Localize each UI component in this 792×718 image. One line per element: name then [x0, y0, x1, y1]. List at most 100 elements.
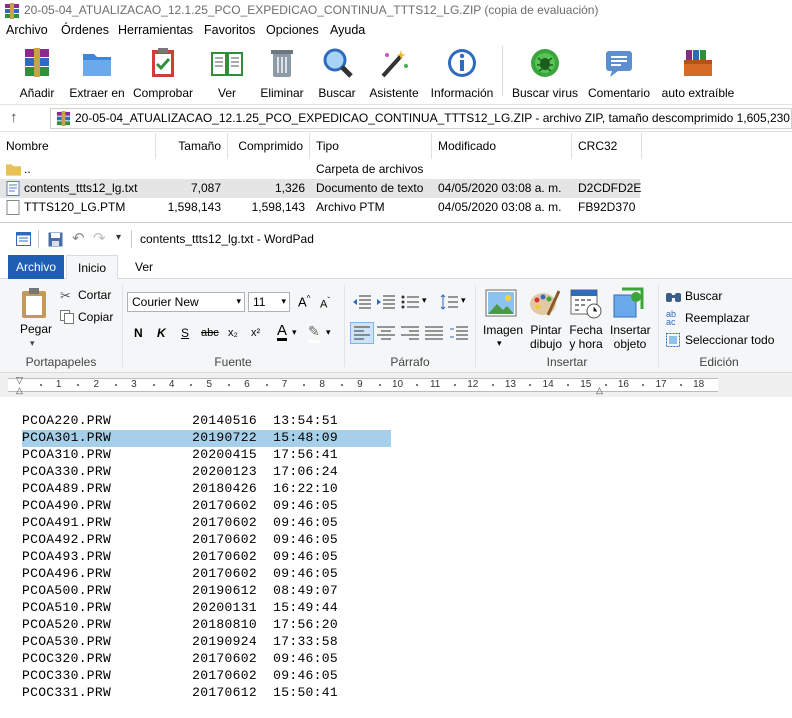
virus-scan-button[interactable]: Buscar virus: [508, 42, 582, 102]
align-right-icon[interactable]: [401, 325, 419, 341]
wizard-button[interactable]: Asistente: [366, 42, 422, 102]
find-button[interactable]: Buscar: [312, 42, 362, 102]
subscript-button[interactable]: x₂: [228, 327, 238, 339]
underline-button[interactable]: S: [181, 326, 189, 340]
paragraph-settings-icon[interactable]: [450, 325, 468, 341]
comment-button[interactable]: Comentario: [584, 42, 654, 102]
ruler-number: 9: [357, 379, 363, 390]
text-line[interactable]: PCOA491.PRW 20170602 09:46:05: [22, 515, 338, 532]
tab-ver[interactable]: Ver: [124, 255, 164, 279]
align-left-icon[interactable]: [350, 322, 374, 344]
ruler-number: 17: [655, 379, 667, 390]
add-button[interactable]: Añadir: [10, 42, 64, 102]
italic-button[interactable]: K: [157, 326, 166, 340]
tab-archivo[interactable]: Archivo: [8, 255, 64, 279]
text-line[interactable]: PCOA330.PRW 20200123 17:06:24: [22, 464, 338, 481]
menu-archivo[interactable]: Archivo: [6, 23, 48, 37]
right-indent-marker-icon[interactable]: △: [596, 385, 603, 396]
font-color-icon[interactable]: A: [277, 323, 288, 341]
column-header-crc[interactable]: CRC32: [572, 133, 642, 159]
decrease-indent-icon[interactable]: [353, 294, 371, 310]
chevron-down-icon[interactable]: ▾: [326, 327, 331, 338]
delete-button[interactable]: Eliminar: [256, 42, 308, 102]
column-header-type[interactable]: Tipo: [310, 133, 432, 159]
menu-herramientas[interactable]: Herramientas: [118, 23, 193, 37]
shrink-font-button[interactable]: Aˇ: [320, 296, 330, 311]
text-line[interactable]: PCOC330.PRW 20170602 09:46:05: [22, 668, 338, 685]
text-line[interactable]: PCOC320.PRW 20170602 09:46:05: [22, 651, 338, 668]
find-button[interactable]: Buscar: [685, 289, 722, 303]
up-arrow-icon[interactable]: ↑: [10, 109, 18, 126]
superscript-button[interactable]: x²: [251, 327, 260, 339]
info-button[interactable]: Información: [426, 42, 498, 102]
column-header-name[interactable]: Nombre: [0, 133, 156, 159]
chevron-down-icon[interactable]: ▾: [497, 338, 502, 349]
address-field[interactable]: 20-05-04_ATUALIZACAO_12.1.25_PCO_EXPEDIC…: [50, 108, 792, 129]
font-size-select[interactable]: 11 ▾: [248, 292, 290, 312]
text-line[interactable]: PCOC331.PRW 20170612 15:50:41: [22, 685, 338, 702]
quick-access-chevron-icon[interactable]: ▾: [116, 232, 121, 243]
file-row-selected[interactable]: contents_ttts12_lg.txt 7,087 1,326 Docum…: [0, 179, 641, 198]
bullet-list-icon[interactable]: [401, 294, 419, 310]
rar-menu-bar: Archivo Órdenes Herramientas Favoritos O…: [0, 22, 792, 42]
copy-button[interactable]: Copiar: [78, 310, 113, 324]
text-line[interactable]: PCOA310.PRW 20200415 17:56:41: [22, 447, 338, 464]
text-line[interactable]: PCOA220.PRW 20140516 13:54:51: [22, 413, 338, 430]
test-button[interactable]: Comprobar: [130, 42, 196, 102]
text-line[interactable]: PCOA496.PRW 20170602 09:46:05: [22, 566, 338, 583]
text-line[interactable]: PCOA489.PRW 20180426 16:22:10: [22, 481, 338, 498]
insert-object-button[interactable]: Insertar objeto: [610, 323, 651, 351]
left-indent-marker-icon[interactable]: △: [16, 385, 23, 396]
bold-button[interactable]: N: [134, 326, 143, 340]
sfx-button[interactable]: auto extraíble: [658, 42, 738, 102]
column-header-size[interactable]: Tamaño: [156, 133, 228, 159]
highlight-pen-icon[interactable]: ✎: [308, 323, 320, 343]
undo-icon[interactable]: ↶: [72, 229, 85, 247]
strikethrough-button[interactable]: abc: [201, 327, 219, 339]
file-row[interactable]: .. Carpeta de archivos: [0, 160, 640, 179]
chevron-down-icon[interactable]: ▾: [461, 295, 466, 306]
increase-indent-icon[interactable]: [377, 294, 395, 310]
divider: [38, 230, 39, 248]
paste-chevron-icon[interactable]: ▾: [30, 338, 35, 349]
chevron-down-icon[interactable]: ▾: [292, 327, 297, 338]
font-family-select[interactable]: Courier New ▾: [127, 292, 245, 312]
justify-icon[interactable]: [425, 325, 443, 341]
text-line[interactable]: PCOA510.PRW 20200131 15:49:44: [22, 600, 338, 617]
menu-ordenes[interactable]: Órdenes: [61, 23, 109, 37]
text-line[interactable]: PCOA500.PRW 20190612 08:49:07: [22, 583, 338, 600]
menu-ayuda[interactable]: Ayuda: [330, 23, 365, 37]
text-line[interactable]: PCOA492.PRW 20170602 09:46:05: [22, 532, 338, 549]
column-header-modified[interactable]: Modificado: [432, 133, 572, 159]
ruler-number: 5: [206, 379, 213, 390]
document-area[interactable]: PCOA220.PRW 20140516 13:54:51 PCOA301.PRW…: [0, 397, 792, 718]
save-icon[interactable]: [48, 232, 63, 247]
menu-opciones[interactable]: Opciones: [266, 23, 319, 37]
select-all-button[interactable]: Seleccionar todo: [685, 333, 774, 347]
paste-button[interactable]: Pegar: [20, 322, 52, 336]
text-line-selected[interactable]: PCOA301.PRW 20190722 15:48:09: [22, 430, 391, 447]
text-line[interactable]: PCOA490.PRW 20170602 09:46:05: [22, 498, 338, 515]
sfx-archive-icon: [684, 50, 712, 76]
ruler[interactable]: ▽ △ △ 1 2 3 4 5 6 7 8 9 10 11 12 13 14 15 16 17 18: [0, 373, 792, 397]
ruler-number: 18: [693, 379, 705, 390]
text-line[interactable]: PCOA530.PRW 20190924 17:33:58: [22, 634, 338, 651]
extract-to-button[interactable]: Extraer en: [66, 42, 128, 102]
redo-icon[interactable]: ↷: [93, 229, 106, 247]
chevron-down-icon[interactable]: ▾: [422, 295, 427, 306]
insert-image-button[interactable]: Imagen: [483, 323, 523, 337]
view-button[interactable]: Ver: [200, 42, 254, 102]
line-spacing-icon[interactable]: [440, 294, 458, 310]
grow-font-button[interactable]: A^: [298, 294, 310, 309]
text-line[interactable]: PCOA493.PRW 20170602 09:46:05: [22, 549, 338, 566]
column-header-packed[interactable]: Comprimido: [228, 133, 310, 159]
file-row[interactable]: TTTS120_LG.PTM 1,598,143 1,598,143 Archi…: [0, 198, 640, 217]
paint-drawing-button[interactable]: Pintar dibujo: [529, 323, 563, 351]
cut-button[interactable]: Cortar: [78, 288, 111, 302]
date-time-button[interactable]: Fecha y hora: [569, 323, 603, 351]
tab-inicio[interactable]: Inicio: [66, 255, 118, 280]
replace-button[interactable]: Reemplazar: [685, 311, 750, 325]
align-center-icon[interactable]: [377, 325, 395, 341]
menu-favoritos[interactable]: Favoritos: [204, 23, 255, 37]
text-line[interactable]: PCOA520.PRW 20180810 17:56:20: [22, 617, 338, 634]
